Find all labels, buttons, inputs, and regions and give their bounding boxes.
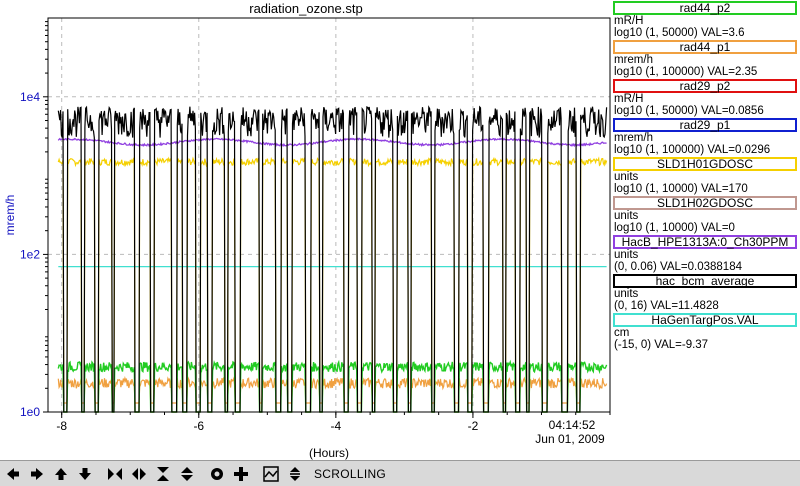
legend-range-value: (-15, 0) VAL=-9.37 [614, 339, 709, 351]
legend-range-value: (0, 0.06) VAL=0.0388184 [614, 261, 742, 273]
legend-item[interactable]: rad29_p1 mrem/h log10 (1, 100000) VAL=0.02… [612, 118, 800, 156]
arrow-right-icon [31, 467, 43, 480]
legend-item[interactable]: hac_bcm_average units (0, 16) VAL=11.4828 [612, 274, 800, 312]
zoom-in-horizontal-button[interactable] [104, 462, 126, 485]
stretch-button[interactable] [284, 462, 306, 485]
scroll-up-button[interactable] [50, 462, 72, 485]
legend-series-name[interactable]: hac_bcm_average [613, 274, 797, 288]
x-tick-label: -2 [468, 419, 479, 433]
legend-units: mrem/h [614, 132, 653, 144]
zoom-in-horizontal-icon [108, 467, 122, 480]
legend-units: cm [614, 327, 630, 339]
series-line-rad44-p1 [57, 375, 608, 404]
legend-item[interactable]: HacB_HPE1313A:0_Ch30PPM units (0, 0.06) VA… [612, 235, 800, 273]
legend-units: mrem/h [614, 54, 653, 66]
x-end-time: 04:14:52 [549, 418, 596, 432]
stretch-icon [290, 466, 300, 481]
legend-item[interactable]: rad44_p1 mrem/h log10 (1, 100000) VAL=2.35 [612, 40, 800, 78]
crosshair-button[interactable] [230, 462, 252, 485]
record-icon [211, 467, 223, 480]
arrow-left-icon [7, 467, 19, 480]
scroll-left-button[interactable] [2, 462, 24, 485]
x-end-date: Jun 01, 2009 [535, 432, 605, 446]
crosshair-icon [234, 466, 248, 481]
y-tick-label: 1e2 [20, 247, 40, 261]
toolbar: SCROLLING [0, 460, 800, 486]
legend-units: units [614, 249, 639, 261]
legend-panel: rad44_p2 mR/H log10 (1, 50000) VAL=3.6 rad4… [612, 0, 800, 460]
legend-item[interactable]: rad29_p2 mR/H log10 (1, 50000) VAL=0.0856 [612, 79, 800, 117]
legend-series-name[interactable]: HacB_HPE1313A:0_Ch30PPM [613, 235, 797, 249]
plot-title: radiation_ozone.stp [249, 1, 363, 16]
legend-series-name[interactable]: SLD1H02GDOSC [613, 196, 797, 210]
y-tick-label: 1e4 [20, 90, 40, 104]
x-tick-label: -8 [56, 419, 67, 433]
legend-range-value: log10 (1, 50000) VAL=0.0856 [614, 105, 764, 117]
x-axis-label: (Hours) [309, 446, 349, 460]
zoom-out-horizontal-button[interactable] [128, 462, 150, 485]
legend-item[interactable]: rad44_p2 mR/H log10 (1, 50000) VAL=3.6 [612, 1, 800, 39]
strip-tool-window: 1e0 1e2 1e4 mrem/h -8 -6 -4 -2 04:14:52 Jun 01, 2… [0, 0, 800, 486]
zoom-in-vertical-icon [157, 466, 169, 481]
legend-series-name[interactable]: SLD1H01GDOSC [613, 157, 797, 171]
legend-units: units [614, 288, 639, 300]
autoscale-icon [263, 465, 279, 482]
zoom-out-horizontal-icon [132, 467, 146, 480]
series-line-hacb-ppm [57, 137, 607, 148]
record-button[interactable] [206, 462, 228, 485]
legend-item[interactable]: SLD1H01GDOSC units log10 (1, 10000) VAL=17… [612, 157, 800, 195]
status-label: SCROLLING [314, 466, 387, 481]
x-tick-label: -6 [193, 419, 204, 433]
legend-series-name[interactable]: rad44_p2 [613, 1, 797, 15]
plot-area[interactable]: 1e0 1e2 1e4 mrem/h -8 -6 -4 -2 04:14:52Jun 01, 2… [0, 0, 612, 460]
legend-units: mR/H [614, 15, 644, 27]
y-tick-label: 1e0 [20, 405, 40, 419]
series-line-sld1h01gdosc [57, 156, 608, 413]
zoom-in-vertical-button[interactable] [152, 462, 174, 485]
legend-range-value: log10 (1, 100000) VAL=0.0296 [614, 144, 771, 156]
arrow-up-icon [55, 467, 67, 480]
legend-series-name[interactable]: rad44_p1 [613, 40, 797, 54]
legend-series-name[interactable]: rad29_p1 [613, 118, 797, 132]
legend-item[interactable]: HaGenTargPos.VAL cm (-15, 0) VAL=-9.37 [612, 313, 800, 351]
zoom-out-vertical-icon [181, 466, 193, 481]
legend-item[interactable]: SLD1H02GDOSC units log10 (1, 10000) VAL=0 [612, 196, 800, 234]
scroll-right-button[interactable] [26, 462, 48, 485]
legend-range-value: log10 (1, 100000) VAL=2.35 [614, 66, 758, 78]
arrow-down-icon [79, 467, 91, 480]
legend-range-value: log10 (1, 50000) VAL=3.6 [614, 27, 745, 39]
legend-units: units [614, 210, 639, 222]
x-tick-label: -4 [331, 419, 342, 433]
legend-units: mR/H [614, 93, 644, 105]
y-axis-label: mrem/h [3, 195, 17, 236]
legend-series-name[interactable]: rad29_p2 [613, 79, 797, 93]
legend-series-name[interactable]: HaGenTargPos.VAL [613, 313, 797, 327]
autoscale-button[interactable] [260, 462, 282, 485]
legend-range-value: log10 (1, 10000) VAL=170 [614, 183, 748, 195]
scroll-down-button[interactable] [74, 462, 96, 485]
zoom-out-vertical-button[interactable] [176, 462, 198, 485]
legend-range-value: log10 (1, 10000) VAL=0 [614, 222, 735, 234]
legend-units: units [614, 171, 639, 183]
legend-range-value: (0, 16) VAL=11.4828 [614, 300, 719, 312]
